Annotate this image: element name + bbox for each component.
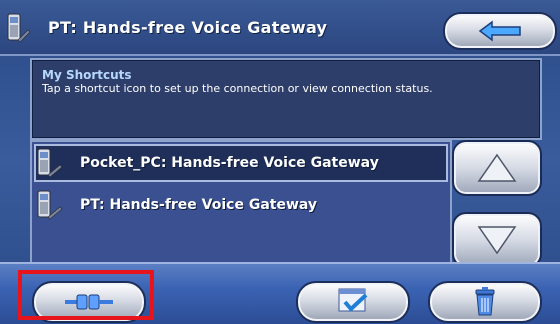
info-text: Tap a shortcut icon to set up the connec… bbox=[42, 82, 433, 95]
delete-button[interactable] bbox=[428, 281, 542, 323]
page-title: PT: Hands-free Voice Gateway bbox=[48, 18, 328, 37]
triangle-down-icon bbox=[477, 226, 517, 255]
confirm-button[interactable] bbox=[296, 281, 410, 323]
checklist-icon bbox=[338, 288, 368, 312]
scroll-down-button[interactable] bbox=[452, 212, 542, 268]
list-item[interactable]: Pocket_PC: Hands-free Voice Gateway bbox=[34, 144, 448, 182]
phone-icon bbox=[6, 12, 32, 44]
triangle-up-icon bbox=[477, 153, 517, 182]
list-item-label: Pocket_PC: Hands-free Voice Gateway bbox=[80, 155, 379, 171]
shortcut-list: Pocket_PC: Hands-free Voice Gateway PT: … bbox=[30, 140, 452, 264]
back-arrow-icon bbox=[478, 20, 521, 42]
info-heading: My Shortcuts bbox=[42, 68, 132, 82]
highlight-box bbox=[18, 270, 154, 320]
info-panel: My Shortcuts Tap a shortcut icon to set … bbox=[30, 58, 542, 140]
list-item-label: PT: Hands-free Voice Gateway bbox=[80, 197, 318, 213]
title-bar: PT: Hands-free Voice Gateway bbox=[0, 0, 560, 56]
trash-icon bbox=[475, 287, 495, 316]
scroll-up-button[interactable] bbox=[452, 140, 542, 196]
back-button[interactable] bbox=[443, 12, 557, 50]
list-item[interactable]: PT: Hands-free Voice Gateway bbox=[34, 186, 448, 224]
phone-icon bbox=[36, 189, 64, 221]
app-screen: PT: Hands-free Voice Gateway My Shortcut… bbox=[0, 0, 560, 324]
phone-icon bbox=[36, 147, 64, 179]
